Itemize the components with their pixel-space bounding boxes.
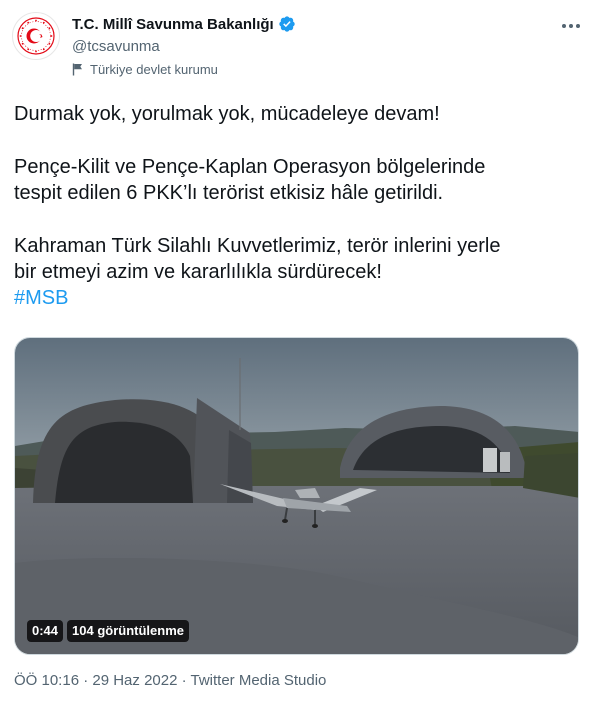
tweet-line: Pençe-Kilit ve Pençe-Kaplan Operasyon bö… [14,156,486,178]
dot-icon [562,24,566,28]
more-options-button[interactable] [559,14,583,38]
tweet-text: Durmak yok, yorulmak yok, mücadeleye dev… [14,101,584,311]
avatar[interactable] [12,12,60,60]
author-name-row[interactable]: T.C. Millî Savunma Bakanlığı [72,15,296,33]
tweet-timestamp[interactable]: ÖÖ 10:16 · 29 Haz 2022 · Twitter Media S… [14,672,326,689]
government-label: Türkiye devlet kurumu [72,62,218,77]
tweet-line: bir etmeyi azim ve kararlılıkla sürdürec… [14,261,382,283]
view-count: 104 görüntülenme [67,620,189,642]
video-badges: 0:44 104 görüntülenme [27,620,189,642]
video-duration: 0:44 [27,620,64,642]
tweet-line: tespit edilen 6 PKK’lı terörist etkisiz … [14,182,444,204]
tweet-line: Kahraman Türk Silahlı Kuvvetlerimiz, ter… [14,235,501,257]
tweet-line: Durmak yok, yorulmak yok, mücadeleye dev… [14,103,440,125]
msb-emblem-icon [17,17,55,55]
dot-icon [569,24,573,28]
verified-badge-icon [279,16,295,32]
label-text: Türkiye devlet kurumu [90,62,218,77]
flag-icon [72,63,82,76]
display-name[interactable]: T.C. Millî Savunma Bakanlığı [72,16,274,33]
hashtag-link[interactable]: #MSB [14,287,68,309]
video-player[interactable]: 0:44 104 görüntülenme [14,337,579,655]
dot-icon [576,24,580,28]
user-handle[interactable]: @tcsavunma [72,38,160,55]
video-thumbnail [15,338,578,654]
